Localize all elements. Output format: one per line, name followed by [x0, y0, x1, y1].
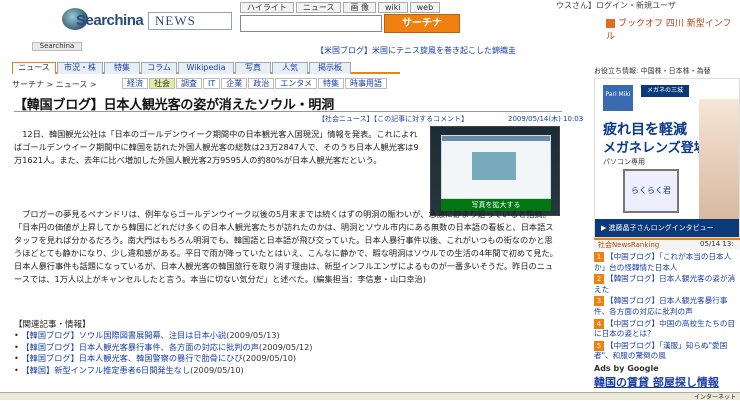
ads-link[interactable]: 韓国の賃貸 部屋探し情報 [594, 374, 719, 390]
ranking-item[interactable]: 1 【中国ブログ】「これが本当の日本人か」台の怪韓情た日本人 [594, 252, 740, 273]
logo-text: Searchina [76, 12, 144, 29]
search-tab-wiki[interactable]: wiki [378, 2, 408, 13]
search-input[interactable] [240, 15, 382, 32]
hot-keywords-text: ブックオフ 四川 新型インフル [606, 19, 732, 42]
nav-tab-special[interactable]: 特集 [104, 62, 140, 74]
search-tab-image[interactable]: 画 像 [343, 2, 376, 13]
nav-tab-market[interactable]: 市況・株 [57, 62, 103, 74]
ranking-link[interactable]: 【中国ブログ】中国の高校生たちの目に日本の姿とは？ [594, 319, 735, 339]
search-tab-web[interactable]: web [409, 2, 441, 13]
ranking-number: 1 [594, 252, 604, 262]
ranking-number: 5 [594, 340, 604, 351]
bookmark-icon [606, 19, 615, 28]
ranking-list: 1 【中国ブログ】「これが本当の日本人か」台の怪韓情た日本人 2 【韓国ブログ】日本… [594, 252, 740, 363]
nav-tab-bbs[interactable]: 掲示板 [309, 62, 351, 74]
sub-nav: 経済 社会 調査 IT 企業 政治 エンタメ 特集 時事用語 [122, 78, 388, 89]
ranking-item[interactable]: 4 【中国ブログ】中国の高校生たちの目に日本の姿とは？ [594, 318, 740, 340]
photo-block [472, 152, 516, 180]
related-list: • 【韓国ブログ】ソウル国際図書展開幕、注目は日本小説(2009/05/13) … [14, 330, 312, 376]
related-item: • 【韓国】新型インフル推定患者6日間発生なし(2009/05/10) [14, 364, 244, 375]
ranking-item[interactable]: 3 【韓国ブログ】日本人観光客暴行事件、各方面の対応に批判の声 [594, 296, 740, 317]
ad-headline-1: 疲れ目を軽減 [603, 122, 687, 138]
nav-tab-wikipedia[interactable]: Wikipedia [178, 62, 234, 74]
photo-bar [442, 136, 550, 141]
subtab-glossary[interactable]: 時事用語 [345, 78, 388, 89]
title-divider [14, 111, 562, 112]
search-tab-news[interactable]: ニュース [295, 2, 342, 13]
ads-by-google[interactable]: Ads by Google [594, 364, 659, 373]
ad-monitor-label: らくらく君 [631, 186, 671, 195]
related-link[interactable]: 【韓国ブログ】ソウル国際図書展開幕、注目は日本小説 [21, 330, 226, 340]
article-meta[interactable]: 【社会ニュース】【この記事に対するコメント】 [318, 114, 468, 124]
search-button[interactable]: サーチナ [384, 14, 460, 33]
ranking-date: 05/14 13: [700, 240, 734, 248]
article-photo[interactable]: 写真を拡大する [430, 126, 560, 216]
related-link[interactable]: 【韓国ブログ】日本人観光客暴行事件、各方面の対応に批判の声 [21, 342, 258, 352]
login-links[interactable]: ウスさん】ログイン・新規ユーザ [556, 0, 676, 11]
related-date: (2009/05/10) [190, 364, 244, 375]
nav-tab-column[interactable]: コラム [141, 62, 177, 74]
ranking-number: 3 [594, 296, 604, 307]
subtab-survey[interactable]: 調査 [176, 78, 202, 89]
subtab-it[interactable]: IT [203, 78, 221, 89]
related-date: (2009/05/12) [258, 341, 313, 352]
ranking-link[interactable]: 【韓国ブログ】日本人観光客暴行事件、各方面の対応に批判の声 [594, 296, 728, 316]
related-link[interactable]: 【韓国】新型インフル推定患者6日間発生なし [21, 365, 190, 375]
nav-tab-news[interactable]: ニュース [12, 62, 56, 74]
ad-logo-sanjo: メガネの三城 [641, 85, 689, 97]
breadcrumb[interactable]: サーチナ > ニュース > [12, 79, 97, 90]
ad-subline: パソコン専用 [603, 158, 645, 166]
ad-headline-2: メガネレンズ登場 [603, 141, 707, 156]
related-date: (2009/05/10) [242, 353, 297, 363]
related-item: • 【韓国ブログ】ソウル国際図書展開幕、注目は日本小説(2009/05/13) [14, 330, 280, 340]
headline-ticker[interactable]: 【米国ブログ】米国にテニス旋風を巻き起こした錦織圭 [316, 45, 516, 56]
related-title: 【関連記事・情報】 [14, 320, 91, 330]
ranking-link[interactable]: 【韓国ブログ】日本人観光客の姿が消えた [594, 274, 735, 294]
subtab-politics[interactable]: 政治 [248, 78, 275, 89]
ranking-number: 4 [594, 318, 604, 329]
sidebar-ad[interactable]: Pari Miki メガネの三城 疲れ目を軽減 メガネレンズ登場 パソコン専用 … [594, 78, 740, 238]
article-date: 2009/05/14(木) 10:03 [508, 115, 584, 123]
nav-tab-photo[interactable]: 写真 [235, 62, 271, 74]
subtab-entertainment[interactable]: エンタメ [275, 78, 318, 89]
article-paragraph-1: 12日、韓国観光公社は「日本のゴールデンウイーク期間中の日本観光客入国現況」情報… [14, 129, 419, 165]
photo-screenshot [441, 135, 551, 199]
subtab-economy[interactable]: 経済 [122, 78, 148, 89]
related-link[interactable]: 【韓国ブログ】日本人観光客、韓国警察の暴行で肋骨にひび [21, 353, 242, 363]
related-item: • 【韓国ブログ】日本人観光客暴行事件、各方面の対応に批判の声(2009/05/… [14, 341, 313, 352]
subtab-company[interactable]: 企業 [221, 78, 248, 89]
subtab-society[interactable]: 社会 [149, 78, 175, 89]
ranking-number: 2 [594, 274, 604, 285]
ranking-link[interactable]: 【中国ブログ】「これが本当の日本人か」台の怪韓情た日本人 [594, 252, 731, 272]
ad-monitor-icon: らくらく君 [623, 169, 679, 213]
browser-statusbar [0, 392, 740, 400]
news-label[interactable]: NEWS [148, 12, 232, 30]
nav-tab-popular[interactable]: 人気 [272, 62, 308, 74]
ad-logo-parimiki: Pari Miki [603, 85, 633, 111]
sidebar-head[interactable]: お役立ち情報: 中国株・日本株・為替 [594, 66, 711, 76]
main-nav: ニュース 市況・株 特集 コラム Wikipedia 写真 人気 掲示板 [12, 62, 400, 74]
related-date: (2009/05/13) [226, 330, 280, 340]
search-tabs: ハイライト ニュース 画 像 wiki web [240, 2, 441, 13]
ranking-item[interactable]: 5 【中国ブログ】「漢服」知らぬ"愛国者"、和服の驚倒の風 [594, 340, 740, 362]
article-paragraph-2: ブロガーの夢見るペナンドリは、例年ならゴールデンウイーク以後の5月末までは続くは… [14, 209, 558, 284]
ad-footer[interactable]: ▶ 進藤晶子さんロングインタビュー [595, 219, 739, 237]
hot-keywords[interactable]: ブックオフ 四川 新型インフル [606, 16, 740, 42]
related-item: • 【韓国ブログ】日本人観光客、韓国警察の暴行で肋骨にひび(2009/05/10… [14, 353, 297, 363]
search-tab-highlight[interactable]: ハイライト [240, 2, 294, 13]
ranking-item[interactable]: 2 【韓国ブログ】日本人観光客の姿が消えた [594, 274, 740, 295]
subtab-feature[interactable]: 特集 [318, 78, 345, 89]
ranking-link[interactable]: 【中国ブログ】「漢服」知らぬ"愛国者"、和服の驚倒の風 [594, 341, 727, 361]
searchina-tag[interactable]: Searchina [32, 42, 82, 51]
site-header: Searchina NEWS ハイライト ニュース 画 像 wiki web サ… [0, 0, 740, 44]
ad-model-photo [699, 99, 739, 219]
